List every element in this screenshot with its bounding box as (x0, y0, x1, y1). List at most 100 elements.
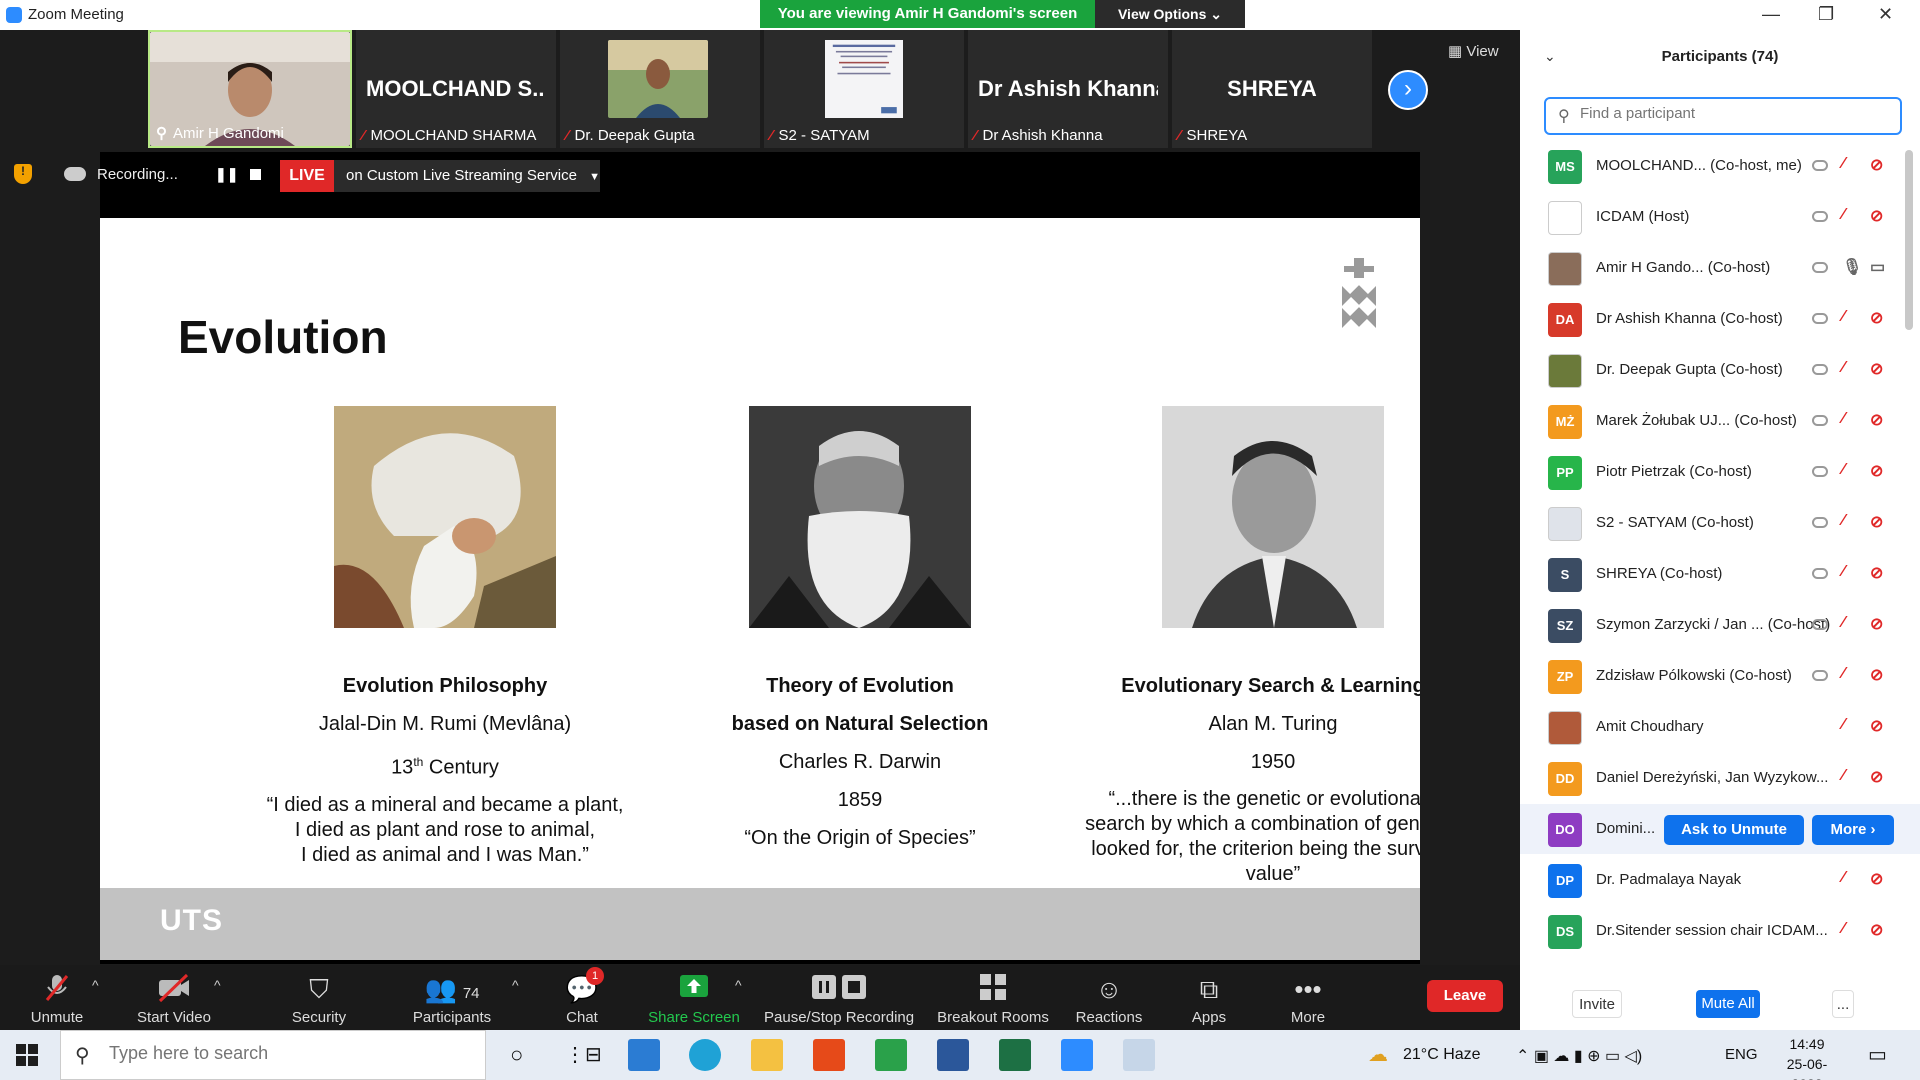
taskbar-search-input[interactable] (109, 1043, 469, 1064)
ask-to-unmute-button[interactable]: Ask to Unmute (1664, 815, 1804, 845)
meeting-toolbar: Unmute ^ Start Video ^ ⛉ Security 👥 74 Pa… (0, 965, 1520, 1030)
edge-browser-icon[interactable] (689, 1039, 721, 1071)
share-options-caret-icon[interactable]: ^ (735, 977, 742, 993)
live-badge: LIVE (280, 160, 334, 192)
participant-row[interactable]: S SHREYA (Co-host) ⁄ ⊘ (1520, 549, 1920, 599)
darwin-portrait (749, 406, 971, 628)
video-tile-satyam[interactable]: ⁄ S2 - SATYAM (764, 30, 964, 148)
start-video-button[interactable]: Start Video (130, 965, 218, 1030)
invite-button[interactable]: Invite (1572, 990, 1622, 1018)
recording-permission-icon (1812, 364, 1828, 375)
office-app-icon[interactable] (813, 1039, 845, 1071)
participant-row[interactable]: DO Domini... Ask to Unmute More › (1520, 804, 1920, 854)
slide-title: Evolution (178, 311, 388, 363)
participant-row[interactable]: ZP Zdzisław Pólkowski (Co-host) ⁄ ⊘ (1520, 651, 1920, 701)
windows-start-icon[interactable] (16, 1044, 38, 1066)
participant-search-input[interactable] (1580, 105, 1880, 122)
word-app-icon[interactable] (937, 1039, 969, 1071)
file-explorer-icon[interactable] (751, 1039, 783, 1071)
stop-recording-icon[interactable] (250, 169, 261, 180)
participants-options-caret-icon[interactable]: ^ (512, 977, 519, 993)
participant-row[interactable]: MŻ Marek Żołubak UJ... (Co-host) ⁄ ⊘ (1520, 396, 1920, 446)
more-button[interactable]: More › (1812, 815, 1894, 845)
chevron-down-icon: ▼ (589, 171, 600, 183)
muted-mic-icon: ⁄ (1842, 716, 1845, 733)
gallery-next-arrow-icon[interactable]: › (1388, 70, 1428, 110)
video-tile-amir[interactable]: ⚲ Amir H Gandomi (148, 30, 352, 148)
more-options-button[interactable]: ... (1832, 990, 1854, 1018)
audio-options-caret-icon[interactable]: ^ (92, 977, 99, 993)
excel-app-icon[interactable] (999, 1039, 1031, 1071)
participant-row[interactable]: Dr. Deepak Gupta (Co-host) ⁄ ⊘ (1520, 345, 1920, 395)
close-icon[interactable]: ✕ (1878, 4, 1893, 25)
participant-row[interactable]: DA Dr Ashish Khanna (Co-host) ⁄ ⊘ (1520, 294, 1920, 344)
video-tile-deepak[interactable]: ⁄ Dr. Deepak Gupta (560, 30, 760, 148)
mute-all-button[interactable]: Mute All (1696, 990, 1760, 1018)
column-heading: Evolutionary Search & Learning (1121, 675, 1420, 697)
apps-button[interactable]: ⧉ Apps (1184, 965, 1234, 1030)
column-line: 1859 (837, 789, 883, 811)
chat-app-icon[interactable] (875, 1039, 907, 1071)
video-tile-ashish[interactable]: Dr Ashish Khanna ⁄ Dr Ashish Khanna (968, 30, 1168, 148)
taskbar-search[interactable]: ⚲ (60, 1030, 486, 1080)
participant-row[interactable]: PP Piotr Pietrzak (Co-host) ⁄ ⊘ (1520, 447, 1920, 497)
participant-row[interactable]: ICDAM (Host) ⁄ ⊘ (1520, 192, 1920, 242)
paint-app-icon[interactable] (1123, 1039, 1155, 1071)
video-off-icon (130, 973, 218, 1005)
avatar (1548, 507, 1582, 541)
view-options-button[interactable]: View Options ⌄ (1095, 0, 1245, 28)
system-tray-icons[interactable]: ⌃ ▣ ☁ ▮ ⊕ ▭ ◁) (1516, 1046, 1642, 1066)
column-quote: “On the Origin of Species” (744, 827, 976, 849)
participant-row[interactable]: Amit Choudhary ⁄ ⊘ (1520, 702, 1920, 752)
recording-permission-icon (1812, 262, 1828, 273)
language-indicator[interactable]: ENG (1725, 1046, 1758, 1063)
security-button[interactable]: ⛉ Security (282, 965, 356, 1030)
unmute-button[interactable]: Unmute (20, 965, 94, 1030)
security-shield-icon: ! (14, 164, 32, 184)
tile-name-label: ⁄ SHREYA (1178, 127, 1248, 144)
muted-mic-icon (20, 973, 94, 1005)
zoom-taskbar-icon[interactable] (1061, 1039, 1093, 1071)
pause-stop-icon (764, 973, 914, 1005)
participant-row[interactable]: DD Daniel Dereżyński, Jan Wyzykow... ⁄ ⊘ (1520, 753, 1920, 803)
participant-row[interactable]: DS Dr.Sitender session chair ICDAM... ⁄ ⊘ (1520, 906, 1920, 956)
live-stream-dropdown[interactable]: on Custom Live Streaming Service ▼ (334, 160, 600, 192)
task-view-icon[interactable]: ○ (510, 1042, 523, 1068)
pause-recording-icon[interactable]: ❚❚ (215, 166, 238, 183)
shield-icon: ⛉ (309, 974, 329, 1004)
participant-search[interactable]: ⚲ (1544, 97, 1902, 135)
taskbar-clock[interactable]: 14:49 25-06-2022 (1772, 1034, 1842, 1080)
share-screen-button[interactable]: Share Screen (645, 965, 743, 1030)
column-quote: “I died as a mineral and became a plant,… (266, 793, 624, 866)
muted-mic-icon: ⁄ (1178, 127, 1181, 144)
avatar: DS (1548, 915, 1582, 949)
view-toggle-button[interactable]: ▦ View (1448, 42, 1499, 60)
weather-text[interactable]: 21°C Haze (1403, 1046, 1481, 1064)
leave-button[interactable]: Leave (1427, 980, 1503, 1012)
maximize-icon[interactable]: ❐ (1818, 4, 1834, 25)
chat-button[interactable]: 💬 1 Chat (555, 965, 609, 1030)
reactions-button[interactable]: ☺ Reactions (1072, 965, 1146, 1030)
minimize-icon[interactable]: — (1762, 4, 1780, 25)
pause-stop-recording-button[interactable]: Pause/Stop Recording (764, 965, 914, 1030)
breakout-rooms-button[interactable]: Breakout Rooms (934, 965, 1052, 1030)
widgets-icon[interactable]: ⋮⊟ (565, 1042, 602, 1067)
notification-icon[interactable]: ▭ (1868, 1042, 1887, 1067)
more-button[interactable]: ••• More (1283, 965, 1333, 1030)
participant-row[interactable]: Amir H Gando... (Co-host) 🎙 ▭ (1520, 243, 1920, 293)
video-tile-moolchand[interactable]: MOOLCHAND S... ⁄ MOOLCHAND SHARMA (356, 30, 556, 148)
participant-row[interactable]: S2 - SATYAM (Co-host) ⁄ ⊘ (1520, 498, 1920, 548)
participant-row[interactable]: SZ Szymon Zarzycki / Jan ... (Co-host) ⁄ ⊘ (1520, 600, 1920, 650)
muted-mic-icon: ⁄ (1842, 461, 1845, 478)
muted-mic-icon: ⁄ (1842, 563, 1845, 580)
participant-row[interactable]: MS MOOLCHAND... (Co-host, me) ⁄ ⊘ (1520, 141, 1920, 191)
avatar: PP (1548, 456, 1582, 490)
participants-button[interactable]: 👥 74 Participants (405, 965, 499, 1030)
camera-off-icon: ⊘ (1870, 412, 1884, 429)
video-tile-shreya[interactable]: SHREYA ⁄ SHREYA (1172, 30, 1372, 148)
video-options-caret-icon[interactable]: ^ (214, 977, 221, 993)
participant-name: Dr Ashish Khanna (Co-host) (1596, 310, 1783, 327)
apps-icon: ⧉ (1199, 974, 1219, 1004)
mail-app-icon[interactable] (628, 1039, 660, 1071)
participant-row[interactable]: DP Dr. Padmalaya Nayak ⁄ ⊘ (1520, 855, 1920, 905)
